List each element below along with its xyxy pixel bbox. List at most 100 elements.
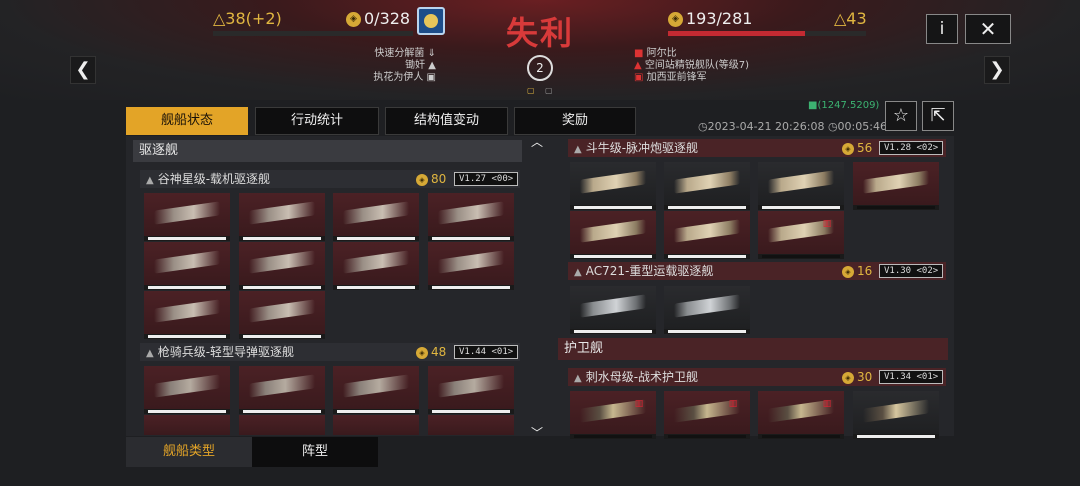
- ship-card[interactable]: [239, 242, 325, 290]
- version-badge: V1.28 <02>: [879, 141, 944, 155]
- ship-card[interactable]: [428, 366, 514, 414]
- close-button[interactable]: ✕: [965, 14, 1011, 44]
- hp-bar: [243, 410, 321, 413]
- tab-ship-status[interactable]: 舰船状态: [126, 107, 248, 135]
- next-button[interactable]: ❯: [984, 56, 1010, 84]
- tab-ship-type[interactable]: 舰船类型: [126, 437, 252, 467]
- info-button[interactable]: i: [926, 14, 958, 44]
- ship-card[interactable]: ▥: [664, 391, 750, 439]
- hp-bar: [148, 410, 226, 413]
- ship-card[interactable]: [333, 366, 419, 414]
- hp-bar: [243, 335, 321, 338]
- tab-rewards[interactable]: 奖励: [514, 107, 636, 135]
- clock-icon: ◷: [698, 120, 708, 133]
- ship-card[interactable]: [239, 415, 325, 435]
- coin-icon: ◈: [416, 173, 428, 186]
- ship-card[interactable]: [570, 162, 656, 210]
- ship-icon: [154, 374, 220, 398]
- rank-icon: ▲: [634, 60, 642, 71]
- ship-icon: [154, 250, 220, 274]
- ship-cost: ◈ 80: [416, 170, 446, 188]
- ship-card[interactable]: [333, 415, 419, 435]
- ship-card[interactable]: [144, 193, 230, 241]
- right-bar: [668, 31, 866, 36]
- rank-icon: ⇓: [427, 48, 436, 59]
- ship-card[interactable]: ▥: [758, 391, 844, 439]
- ship-card[interactable]: [428, 242, 514, 290]
- ship-card[interactable]: [853, 391, 939, 439]
- ship-card[interactable]: [428, 193, 514, 241]
- hp-bar: [668, 206, 746, 209]
- coin-icon: ◈: [842, 265, 854, 278]
- ship-card[interactable]: [428, 415, 514, 435]
- ship-card[interactable]: [664, 162, 750, 210]
- ship-cost: ◈ 16: [842, 262, 872, 280]
- player-name: 执花为伊人: [373, 72, 424, 83]
- hp-bar: [762, 206, 840, 209]
- ship-card[interactable]: ▥: [758, 211, 844, 259]
- faction-emblem-icon: [417, 7, 445, 35]
- tab-formation[interactable]: 阵型: [252, 437, 378, 467]
- ship-card[interactable]: [144, 415, 230, 435]
- star-icon: ☆: [892, 105, 910, 126]
- player-name: 锄奸: [405, 60, 426, 71]
- ship-card[interactable]: [853, 162, 939, 210]
- scroll-down-icon[interactable]: ﹀: [531, 424, 543, 441]
- right-player-list: ■ 阿尔比 ▲ 空间站精锐舰队(等级7) ▣ 加西亚前锋军: [634, 48, 794, 84]
- hp-bar: [668, 255, 746, 258]
- hp-bar: [432, 237, 510, 240]
- scroll-up-icon[interactable]: ︿: [531, 133, 543, 150]
- ship-cost: ◈ 56: [842, 139, 872, 157]
- power-value: ■(1247.5209): [808, 100, 880, 111]
- hp-bar: [574, 330, 652, 333]
- coin-icon: ◈: [668, 12, 683, 27]
- tab-structure-change[interactable]: 结构值变动: [385, 107, 508, 135]
- hp-bar: [574, 435, 652, 438]
- ship-card[interactable]: [144, 242, 230, 290]
- ship-icon: [343, 374, 409, 398]
- ship-card[interactable]: [570, 286, 656, 334]
- ship-icon: [768, 170, 834, 194]
- ship-card[interactable]: [144, 366, 230, 414]
- share-button[interactable]: ⇱: [922, 101, 954, 131]
- player-name: 加西亚前锋军: [646, 72, 707, 83]
- coin-icon: ◈: [842, 371, 854, 384]
- weapon-disabled-icon: ▥: [634, 399, 644, 409]
- ship-card[interactable]: ▥: [570, 391, 656, 439]
- ship-card[interactable]: [664, 211, 750, 259]
- ship-card[interactable]: [333, 193, 419, 241]
- hp-bar: [668, 435, 746, 438]
- prev-button[interactable]: ❮: [70, 56, 96, 84]
- left-delta: △38(+2): [213, 9, 282, 28]
- left-cost: ◈ 0/328: [346, 9, 410, 28]
- ship-card[interactable]: [239, 193, 325, 241]
- ship-icon: [580, 294, 646, 318]
- coin-icon: ◈: [346, 12, 361, 27]
- ship-card[interactable]: [664, 286, 750, 334]
- hp-bar: [243, 286, 321, 289]
- weapon-disabled-icon: ▥: [728, 399, 738, 409]
- round-indicator: 2: [527, 55, 553, 81]
- ship-icon: [674, 219, 740, 243]
- ship-card[interactable]: [239, 291, 325, 339]
- star-button[interactable]: ☆: [885, 101, 917, 131]
- hp-bar: [432, 410, 510, 413]
- left-bar: [213, 31, 413, 36]
- coin-icon: ◈: [416, 346, 428, 359]
- player-name: 阿尔比: [646, 48, 677, 59]
- right-delta: △43: [834, 9, 867, 28]
- triangle-icon: ▲: [146, 348, 154, 359]
- ship-card[interactable]: [758, 162, 844, 210]
- ship-icon: [343, 201, 409, 225]
- battle-time: ◷2023-04-21 20:26:08 ◷00:05:46: [698, 120, 887, 133]
- player-name: 空间站精锐舰队(等级7): [644, 60, 750, 71]
- ship-card[interactable]: [570, 211, 656, 259]
- tab-action-stats[interactable]: 行动统计: [255, 107, 379, 135]
- version-badge: V1.34 <01>: [879, 370, 944, 384]
- ship-card[interactable]: [144, 291, 230, 339]
- ship-icon: [580, 219, 646, 243]
- ship-card[interactable]: [239, 366, 325, 414]
- ship-card[interactable]: [333, 242, 419, 290]
- hp-bar: [148, 286, 226, 289]
- ship-icon: [343, 250, 409, 274]
